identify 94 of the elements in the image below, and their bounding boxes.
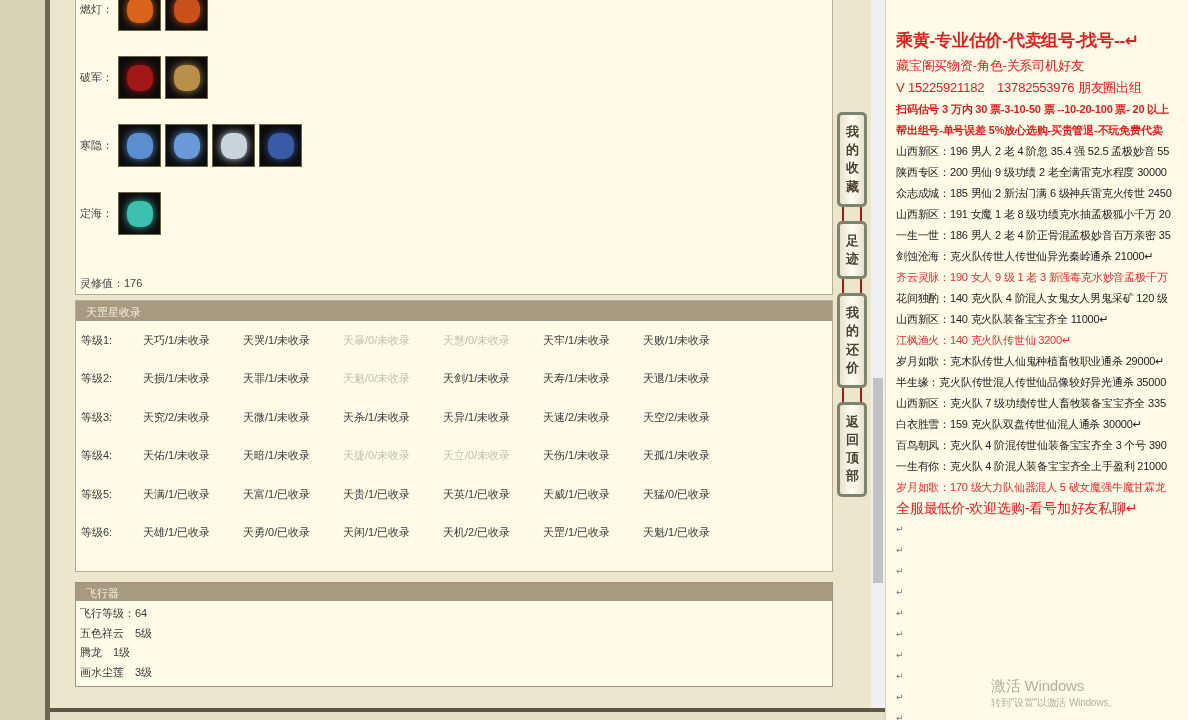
paragraph-mark: ↵ <box>896 544 904 557</box>
section-header: 天罡星收录 <box>76 301 832 321</box>
collection-entry: 天微/1/未收录 <box>243 409 312 425</box>
paragraph-mark: ↵ <box>896 712 904 720</box>
collection-entry: 天贵/1/已收录 <box>343 486 412 502</box>
collection-entry: 天威/1/已收录 <box>543 486 612 502</box>
note-line: 山西新区：196 男人 2 老 4 阶忽 35.4 强 52.5 孟极妙音 55 <box>896 144 1170 159</box>
collection-entry: 天哭/1/未收录 <box>243 332 312 348</box>
section-header: 飞行器 <box>76 583 832 601</box>
collection-entry: 天异/1/未收录 <box>443 409 512 425</box>
collection-entry: 天罡/1/已收录 <box>543 525 612 541</box>
equipment-label: 破军： <box>80 70 114 85</box>
level-label: 等级1: <box>81 332 114 348</box>
scrollbar-thumb[interactable] <box>873 378 883 583</box>
paragraph-mark: ↵ <box>896 586 904 599</box>
collection-entry: 天暗/1/未收录 <box>243 448 312 464</box>
flyer-info: 腾龙 1级 <box>80 645 132 660</box>
collection-entry: 天牢/1/未收录 <box>543 332 612 348</box>
collection-entry: 天罪/1/未收录 <box>243 371 312 387</box>
equipment-label: 定海： <box>80 206 114 221</box>
equipment-label: 寒隐： <box>80 138 114 153</box>
note-line: 乘黄-专业估价-代卖组号-找号--↵ <box>896 30 1139 52</box>
note-line: 半生缘：克火队传世混人传世仙品像较好异光通杀 35000 <box>896 375 1167 390</box>
level-label: 等级4: <box>81 448 114 464</box>
side-tab-button[interactable]: 返回顶部 <box>837 401 867 497</box>
collection-entry: 天败/1/未收录 <box>643 332 712 348</box>
note-line: 花间独酌：140 克火队 4 阶混人女鬼女人男鬼采矿 120 级 <box>896 291 1168 306</box>
collection-entry: 天孤/1/未收录 <box>643 448 712 464</box>
note-line: 山西新区：140 克火队装备宝宝齐全 11000↵ <box>896 312 1109 327</box>
collection-entry: 天闲/1/已收录 <box>343 525 412 541</box>
item-picture[interactable] <box>165 124 208 167</box>
note-line: 山西新区：克火队 7 级功绩传世人畜牧装备宝宝齐全 335 <box>896 396 1166 411</box>
note-line: 众志成城：185 男仙 2 新法门满 6 级神兵雷克火传世 2450 <box>896 186 1172 201</box>
note-line: 剑蚀沧海：克火队传世人传世仙异光秦岭通杀 21000↵ <box>896 249 1154 264</box>
activation-hint: 转到"设置"以激活 Windows。 <box>991 696 1118 710</box>
level-label: 等级5: <box>81 486 114 502</box>
collection-entry: 天寿/1/未收录 <box>543 371 612 387</box>
note-line: 一生一世：186 男人 2 老 4 阶正骨混孟极妙音百万亲密 35 <box>896 228 1171 243</box>
note-line: 陕西专区：200 男仙 9 级功绩 2 老全满雷克水程度 30000 <box>896 165 1167 180</box>
item-picture[interactable] <box>118 0 161 31</box>
note-line: 齐云灵脉：190 女人 9 级 1 老 3 新强毒克水妙音孟极千万 <box>896 270 1168 285</box>
flyer-info: 画水尘莲 3级 <box>80 664 154 680</box>
collection-entry: 天机/2/已收录 <box>443 525 512 541</box>
note-line: 帮出组号-单号误差 5%放心选购-买贵管退-不玩免费代卖 <box>896 123 1163 138</box>
item-picture[interactable] <box>165 56 208 99</box>
paragraph-mark: ↵ <box>896 607 904 620</box>
note-line: 百鸟朝凤：克火队 4 阶混传世仙装备宝宝齐全 3 个号 390 <box>896 438 1167 453</box>
flyer-info: 五色祥云 5级 <box>80 625 154 641</box>
collection-entry: 天富/1/已收录 <box>243 486 312 502</box>
note-line: 岁月如歌：170 级大力队仙器混人 5 破女魔强牛魔甘霖龙 <box>896 480 1166 495</box>
note-line: 岁月如歌：克木队传世人仙鬼种植畜牧职业通杀 29000↵ <box>896 354 1165 369</box>
collection-entry: 天杀/1/未收录 <box>343 409 412 425</box>
paragraph-mark: ↵ <box>896 649 904 662</box>
paragraph-mark: ↵ <box>896 628 904 641</box>
collection-entry: 天巧/1/未收录 <box>143 332 212 348</box>
note-line: 一生有你：克火队 4 阶混人装备宝宝齐全上手盈利 21000 <box>896 459 1167 474</box>
item-picture[interactable] <box>212 124 255 167</box>
paragraph-mark: ↵ <box>896 670 904 683</box>
side-tab-button[interactable]: 我的还价 <box>837 293 867 388</box>
collection-entry: 天魁/1/已收录 <box>643 525 712 541</box>
paragraph-mark: ↵ <box>896 691 904 704</box>
paragraph-mark: ↵ <box>896 565 904 578</box>
level-label: 等级2: <box>81 371 114 387</box>
level-label: 等级3: <box>81 409 114 425</box>
spirit-value: 灵修值：176 <box>79 276 144 291</box>
collection-entry: 天退/1/未收录 <box>643 371 712 387</box>
note-line: V 15225921182 13782553976 朋友圈出组 <box>896 79 1142 97</box>
collection-entry: 天猛/0/已收录 <box>643 486 712 502</box>
collection-entry: 天速/2/未收录 <box>543 409 612 425</box>
paragraph-mark: ↵ <box>896 523 904 536</box>
note-line: 山西新区：191 女魔 1 老 8 级功绩克水抽孟极狐小千万 20 <box>896 207 1171 222</box>
collection-entry: 天佑/1/未收录 <box>143 448 212 464</box>
activation-title: 激活 Windows <box>991 677 1086 696</box>
flyer-info: 飞行等级：64 <box>80 606 149 621</box>
note-line: 全服最低价-欢迎选购-看号加好友私聊↵ <box>896 499 1138 518</box>
collection-entry: 天勇/0/已收录 <box>243 525 312 541</box>
collection-entry: 天空/2/未收录 <box>643 409 712 425</box>
item-picture[interactable] <box>118 124 161 167</box>
collection-entry: 天满/1/已收录 <box>143 486 212 502</box>
collection-entry: 天伤/1/未收录 <box>543 448 612 464</box>
item-picture[interactable] <box>118 192 161 235</box>
collection-entry: 天剑/1/未收录 <box>443 371 512 387</box>
note-line: 白衣胜雪：159 克火队双盘传世仙混人通杀 30000↵ <box>896 417 1142 432</box>
level-label: 等级6: <box>81 525 114 541</box>
equipment-label: 燃灯： <box>80 2 114 17</box>
side-tab-button[interactable]: 足迹 <box>837 220 867 280</box>
collection-entry: 天究/2/未收录 <box>143 409 212 425</box>
note-line: 藏宝阁买物资-角色-关系司机好友 <box>896 57 1084 75</box>
collection-entry: 天英/1/已收录 <box>443 486 512 502</box>
side-tab-button[interactable]: 我的收藏 <box>837 112 867 207</box>
note-line: 扫码估号 3 万内 30 票-3-10-50 票 --10-20-100 票- 20 以上 <box>896 102 1169 117</box>
collection-entry: 天损/1/未收录 <box>143 371 212 387</box>
collection-entry: 天雄/1/已收录 <box>143 525 212 541</box>
note-line: 江枫渔火：140 克火队传世仙 3200↵ <box>896 333 1071 348</box>
